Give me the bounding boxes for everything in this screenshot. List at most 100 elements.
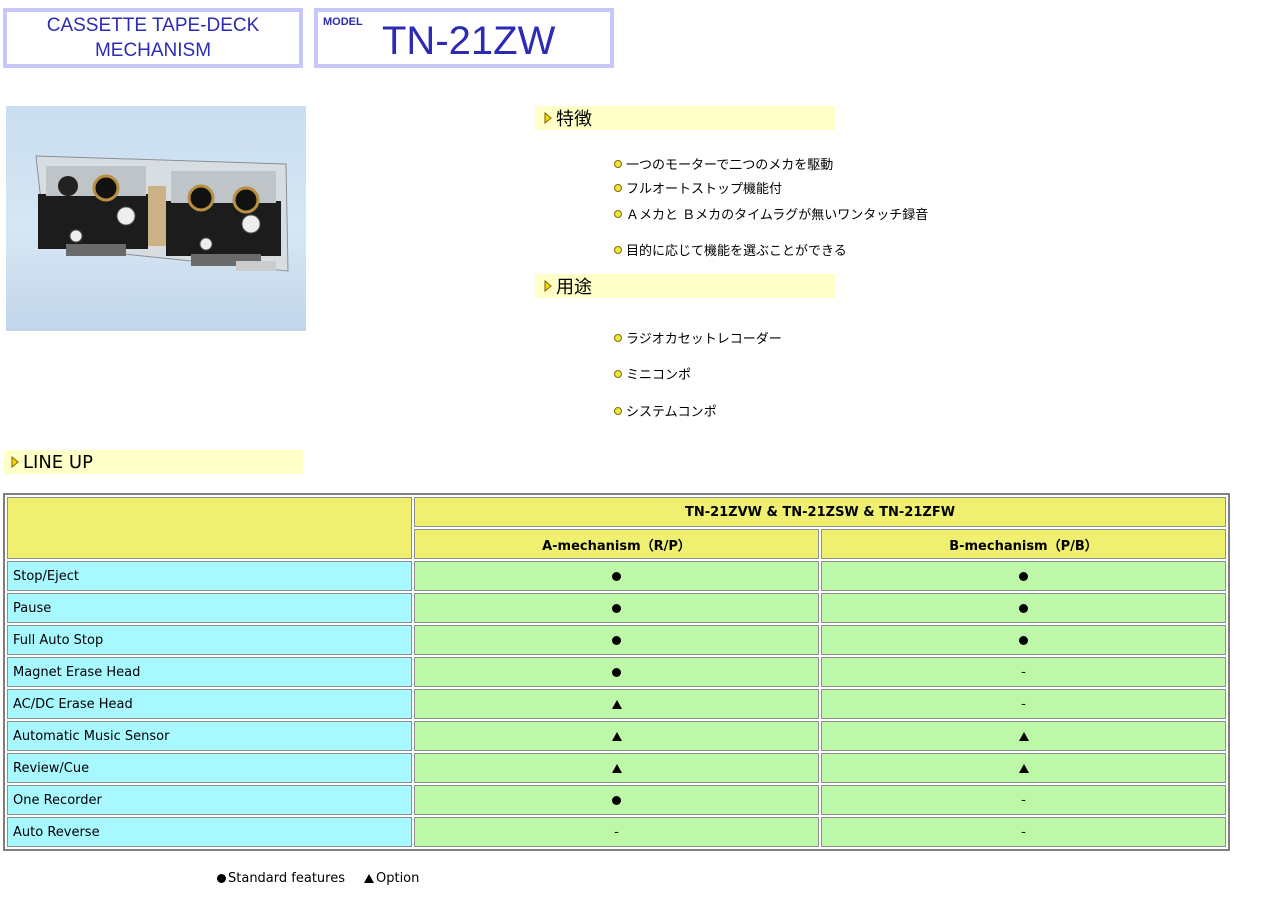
yellow-dot-icon — [614, 245, 622, 254]
yellow-dot-icon — [614, 209, 622, 218]
use-item: ミニコンポ — [614, 364, 691, 383]
black-circle-icon: ● — [612, 667, 621, 677]
table-row: Pause ● ● — [7, 593, 1226, 623]
row-label: Magnet Erase Head — [7, 657, 412, 687]
black-triangle-icon: ▲ — [611, 763, 622, 773]
row-label: Auto Reverse — [7, 817, 412, 847]
black-circle-icon: ● — [612, 603, 621, 613]
lineup-table: TN-21ZVW & TN-21ZSW & TN-21ZFW A-mechani… — [3, 493, 1230, 851]
table-row: Review/Cue ▲ ▲ — [7, 753, 1226, 783]
triangle-right-icon — [543, 106, 553, 130]
col-header-b: B-mechanism（P/B） — [821, 529, 1226, 559]
table-row: AC/DC Erase Head ▲ - — [7, 689, 1226, 719]
black-circle-icon: ● — [612, 571, 621, 581]
black-triangle-icon — [363, 874, 374, 883]
feature-cell-b: - — [821, 689, 1226, 719]
cell-value: - — [1021, 696, 1026, 712]
feature-cell-b: ▲ — [821, 753, 1226, 783]
row-label: One Recorder — [7, 785, 412, 815]
col-header-a: A-mechanism（R/P） — [414, 529, 819, 559]
model-label: MODEL — [323, 16, 363, 28]
yellow-dot-icon — [614, 406, 622, 415]
cell-value: - — [1021, 664, 1026, 680]
use-item-text: システムコンポ — [626, 405, 717, 420]
use-item-text: ラジオカセットレコーダー — [626, 332, 782, 347]
black-circle-icon: ● — [612, 635, 621, 645]
feature-item: 一つのモーターで二つのメカを駆動 — [614, 154, 833, 173]
feature-cell-a: ▲ — [414, 753, 819, 783]
feature-item: Ａメカと Ｂメカのタイムラグが無いワンタッチ録音 — [614, 204, 928, 223]
row-label: Stop/Eject — [7, 561, 412, 591]
feature-cell-b: - — [821, 657, 1226, 687]
use-item-text: ミニコンポ — [626, 368, 692, 383]
lineup-heading-bar: LINE UP — [4, 450, 303, 474]
legend: Standard features Option — [217, 871, 419, 886]
lineup-heading: LINE UP — [23, 451, 93, 473]
table-row: Stop/Eject ● ● — [7, 561, 1226, 591]
feature-cell-a: ● — [414, 561, 819, 591]
black-circle-icon: ● — [612, 795, 621, 805]
model-title-box: MODEL TN-21ZW — [314, 8, 614, 68]
table-corner-cell — [7, 497, 412, 559]
product-photo — [6, 106, 306, 331]
black-triangle-icon: ▲ — [611, 699, 622, 709]
page-title-line1: CASSETTE TAPE-DECK — [46, 15, 260, 36]
feature-item: フルオートストップ機能付 — [614, 178, 782, 197]
feature-cell-b: ● — [821, 561, 1226, 591]
feature-cell-a: ● — [414, 593, 819, 623]
feature-item-text: 一つのモーターで二つのメカを駆動 — [626, 158, 834, 173]
triangle-right-icon — [543, 274, 553, 298]
table-row: Magnet Erase Head ● - — [7, 657, 1226, 687]
cell-value: - — [614, 824, 619, 840]
cell-value: - — [1021, 824, 1026, 840]
cell-value: - — [1021, 792, 1026, 808]
use-item: システムコンポ — [614, 401, 717, 420]
feature-cell-b: ● — [821, 593, 1226, 623]
model-name: TN-21ZW — [382, 19, 556, 63]
use-item: ラジオカセットレコーダー — [614, 328, 782, 347]
row-label: Full Auto Stop — [7, 625, 412, 655]
black-circle-icon: ● — [1019, 635, 1028, 645]
page-title-line2: MECHANISM — [94, 40, 212, 61]
table-row: Automatic Music Sensor ▲ ▲ — [7, 721, 1226, 751]
triangle-right-icon — [10, 450, 20, 474]
feature-cell-a: ● — [414, 785, 819, 815]
uses-heading-bar: 用途 — [535, 274, 835, 298]
black-circle-icon — [217, 874, 226, 883]
feature-item-text: Ａメカと Ｂメカのタイムラグが無いワンタッチ録音 — [626, 208, 929, 223]
row-label: Automatic Music Sensor — [7, 721, 412, 751]
feature-cell-a: ● — [414, 657, 819, 687]
black-triangle-icon: ▲ — [611, 731, 622, 741]
feature-cell-a: ● — [414, 625, 819, 655]
table-row: Auto Reverse - - — [7, 817, 1226, 847]
yellow-dot-icon — [614, 183, 622, 192]
yellow-dot-icon — [614, 333, 622, 342]
features-heading-bar: 特徴 — [535, 106, 835, 130]
table-row: One Recorder ● - — [7, 785, 1226, 815]
legend-option: Option — [375, 871, 420, 886]
features-heading: 特徴 — [556, 109, 592, 130]
row-label: AC/DC Erase Head — [7, 689, 412, 719]
feature-cell-b: ● — [821, 625, 1226, 655]
model-header-cell: TN-21ZVW & TN-21ZSW & TN-21ZFW — [414, 497, 1226, 527]
row-label: Review/Cue — [7, 753, 412, 783]
table-row: Full Auto Stop ● ● — [7, 625, 1226, 655]
yellow-dot-icon — [614, 369, 622, 378]
row-label: Pause — [7, 593, 412, 623]
feature-cell-b: - — [821, 817, 1226, 847]
feature-cell-a: - — [414, 817, 819, 847]
feature-item-text: フルオートストップ機能付 — [626, 182, 783, 197]
feature-item-text: 目的に応じて機能を選ぶことができる — [626, 244, 847, 259]
page-title-box: CASSETTE TAPE-DECK MECHANISM — [3, 8, 303, 68]
black-triangle-icon: ▲ — [1018, 763, 1029, 773]
feature-cell-b: - — [821, 785, 1226, 815]
cassette-mechanism-image — [35, 155, 289, 272]
uses-heading: 用途 — [556, 277, 592, 298]
black-circle-icon: ● — [1019, 603, 1028, 613]
feature-cell-a: ▲ — [414, 689, 819, 719]
legend-standard: Standard features — [228, 871, 345, 886]
feature-item: 目的に応じて機能を選ぶことができる — [614, 240, 847, 259]
black-triangle-icon: ▲ — [1018, 731, 1029, 741]
black-circle-icon: ● — [1019, 571, 1028, 581]
feature-cell-b: ▲ — [821, 721, 1226, 751]
